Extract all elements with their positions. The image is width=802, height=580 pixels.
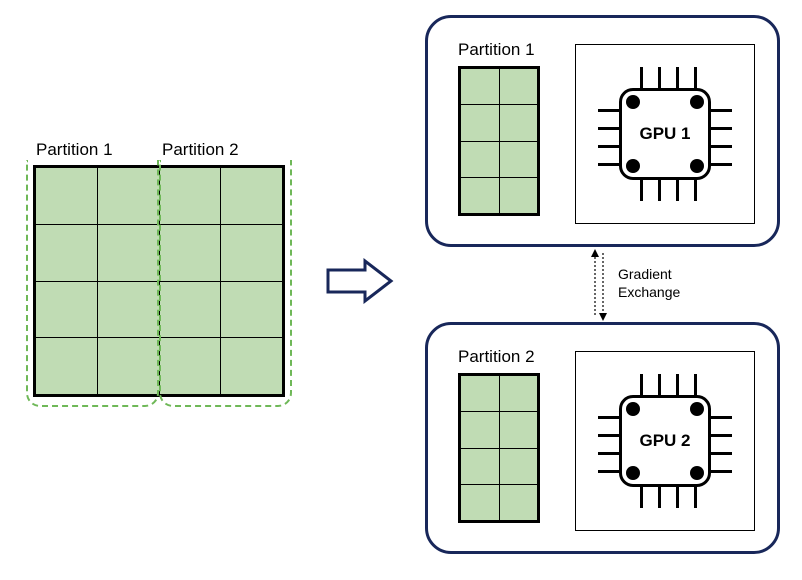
node1-gpu-box: GPU 1 <box>575 44 755 224</box>
label-partition-2: Partition 2 <box>162 140 288 160</box>
node2-mini-matrix <box>458 373 540 523</box>
left-matrix-grid <box>35 167 283 395</box>
gradient-exchange-label: Gradient Exchange <box>618 266 680 301</box>
gradient-exchange-line1: Gradient <box>618 266 680 284</box>
gradient-exchange-line2: Exchange <box>618 284 680 302</box>
node1-mini-grid <box>460 68 538 214</box>
gradient-exchange-arrow-icon <box>590 247 614 323</box>
arrow-icon <box>325 258 395 304</box>
gpu2-label: GPU 2 <box>639 431 690 451</box>
gpu2-chip-icon: GPU 2 <box>619 395 711 487</box>
gpu1-chip-icon: GPU 1 <box>619 88 711 180</box>
node-card-gpu1: Partition 1 GPU 1 <box>425 15 780 247</box>
node1-mini-matrix <box>458 66 540 216</box>
node1-partition-label: Partition 1 <box>458 40 535 60</box>
left-matrix <box>33 165 285 397</box>
node-card-gpu2: Partition 2 GPU 2 <box>425 322 780 554</box>
node2-mini-grid <box>460 375 538 521</box>
label-partition-1: Partition 1 <box>36 140 162 160</box>
node2-gpu-box: GPU 2 <box>575 351 755 531</box>
node2-partition-label: Partition 2 <box>458 347 535 367</box>
left-partition-labels: Partition 1 Partition 2 <box>36 140 288 160</box>
gpu1-label: GPU 1 <box>639 124 690 144</box>
